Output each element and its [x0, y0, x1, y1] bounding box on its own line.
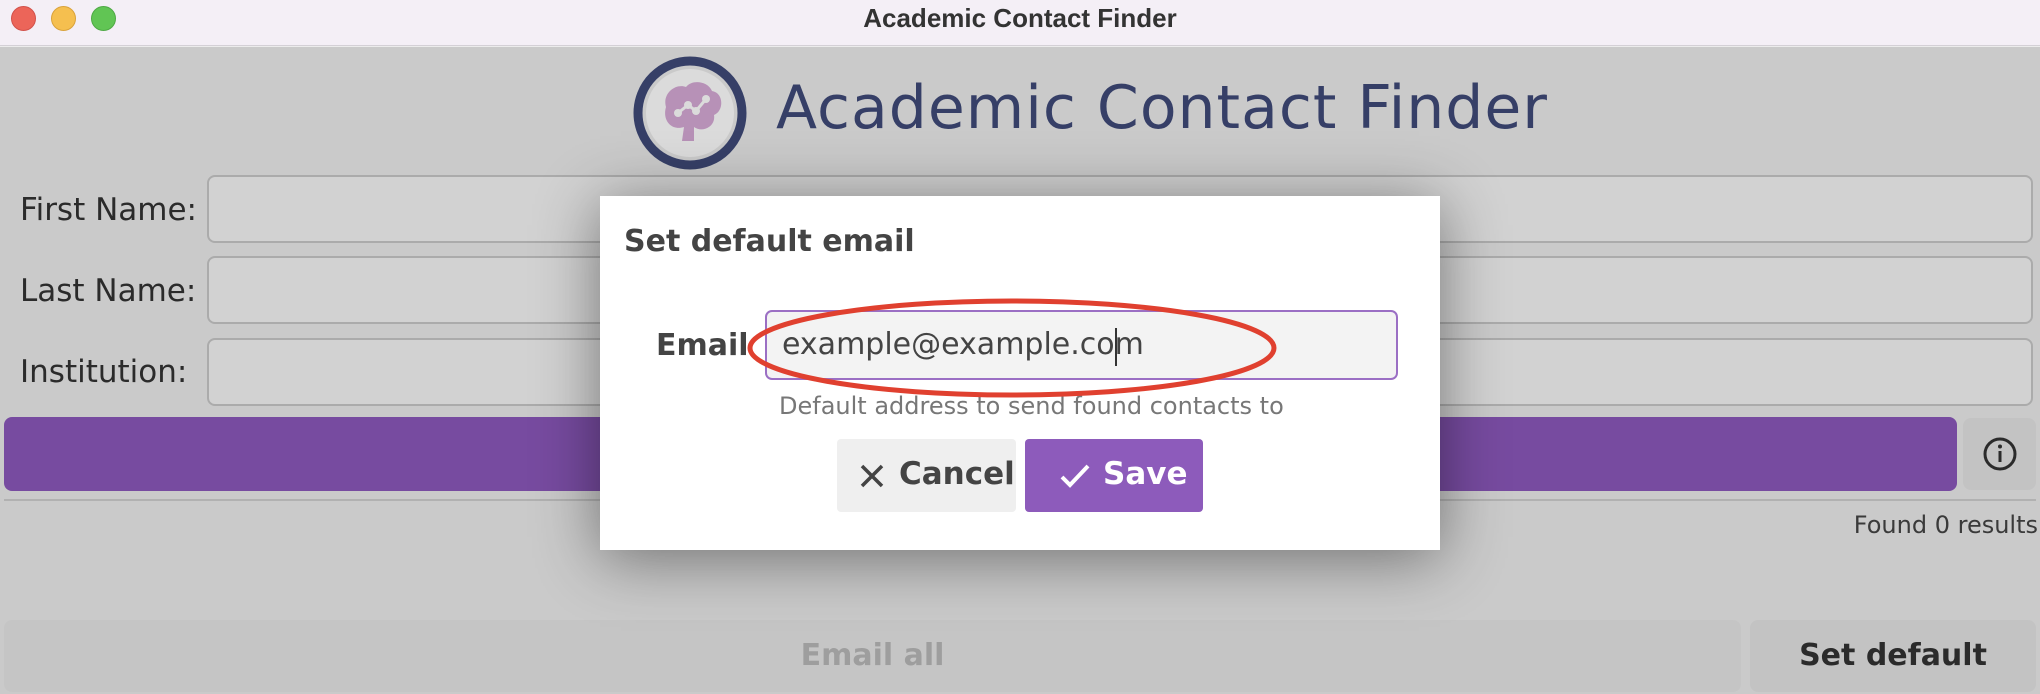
dialog-title: Set default email — [624, 224, 915, 259]
save-button-label: Save — [1103, 456, 1188, 492]
window-title: Academic Contact Finder — [863, 3, 1177, 33]
cancel-button[interactable]: Cancel — [837, 439, 1016, 512]
email-label: Email — [656, 328, 749, 363]
highlight-annotation — [747, 298, 1277, 398]
save-button[interactable]: Save — [1025, 439, 1203, 512]
title-bar: Academic Contact Finder — [0, 0, 2040, 46]
close-icon — [860, 464, 884, 488]
cancel-button-label: Cancel — [899, 456, 1015, 492]
check-icon — [1060, 464, 1090, 488]
